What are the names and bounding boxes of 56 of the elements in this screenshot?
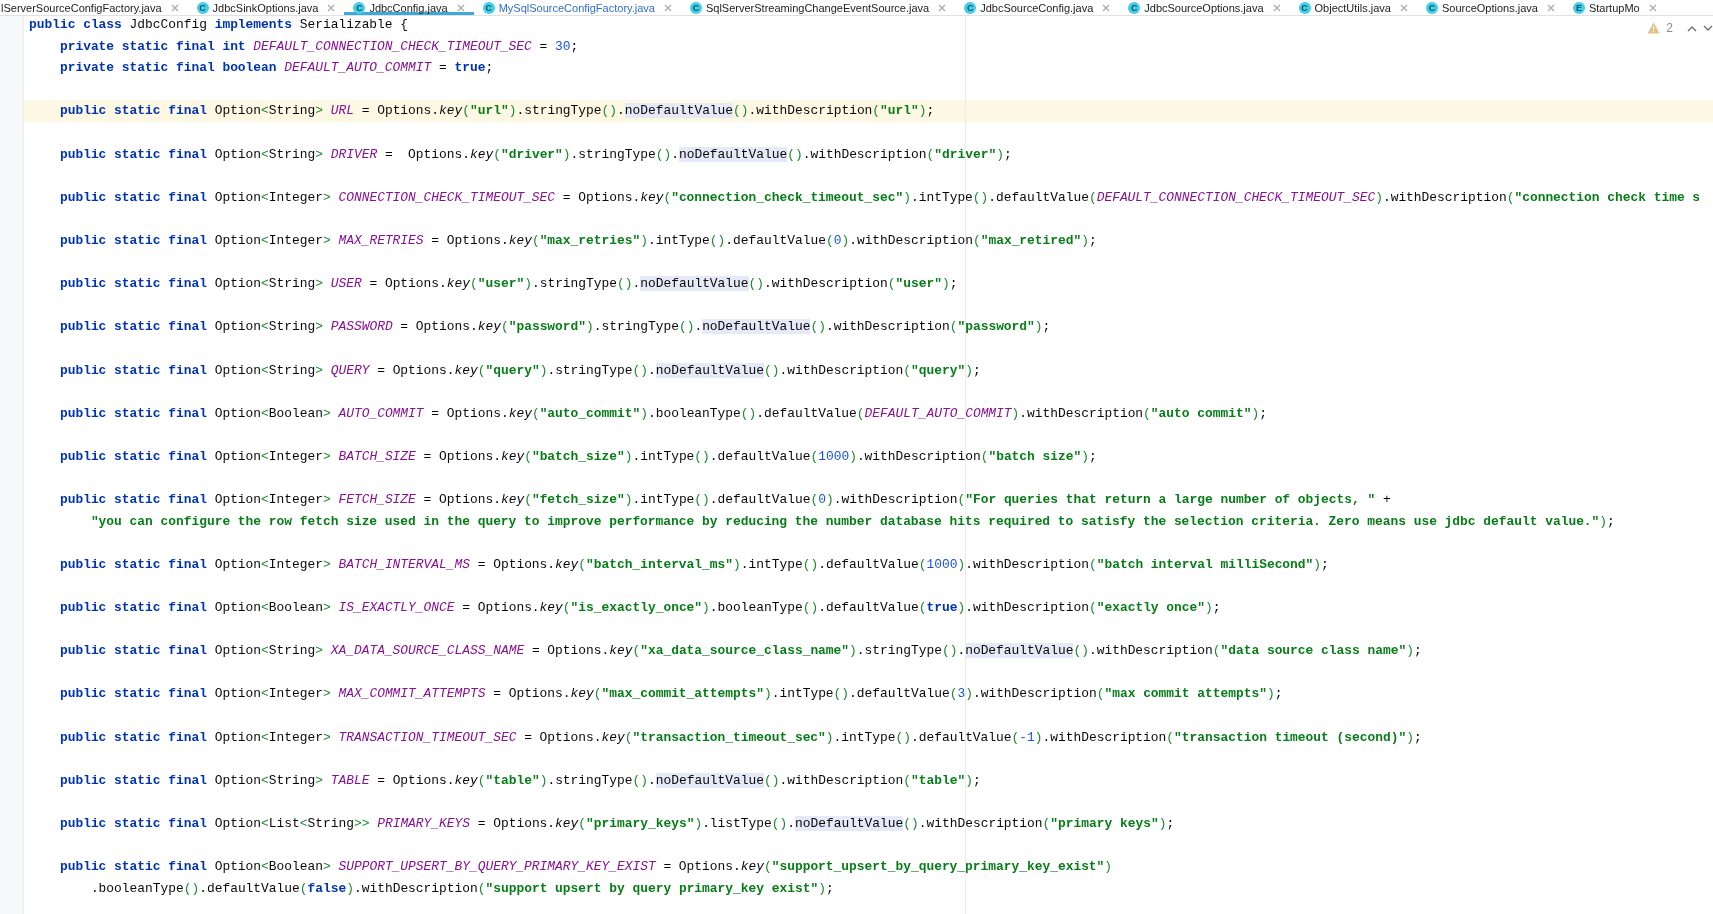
code-line: public static final Option<Integer> MAX_RETRIES = Options.key("max_retries").intType().defaultValue(0).withDescription("max_retired"); (58, 231, 1097, 250)
class-file-icon: C (353, 1, 366, 14)
close-icon[interactable] (1546, 3, 1555, 12)
close-icon[interactable] (1102, 3, 1111, 12)
editor-tab[interactable]: C MySqlSourceConfigFactory.java (473, 0, 681, 15)
editor-tab[interactable]: C SourceOptions.java (1416, 0, 1564, 15)
code-line: "you can configure the row fetch size used in the query to improve performance by reducing the number database hits required to satisfy the selection criteria. Zero means use jdbc default value."); (89, 512, 1615, 531)
editor-tab[interactable]: lServerSourceConfigFactory.java (0, 0, 188, 15)
code-line: public static final Option<String> TABLE = Options.key("table").stringType().noDefaultValue().withDescription("table"); (58, 771, 981, 790)
code-line: public static final Option<Boolean> SUPPORT_UPSERT_BY_QUERY_PRIMARY_KEY_EXIST = Options.key("support_upsert_by_query_primary_key_exist") (58, 858, 1113, 877)
code-line: public static final Option<Integer> TRANSACTION_TIMEOUT_SEC = Options.key("transaction_timeout_sec").intType().defaultValue(-1).withDescription("transaction timeout (second)"); (58, 728, 1422, 747)
code-line: public static final Option<String> QUERY = Options.key("query").stringType().noDefaultValue().withDescription("query"); (58, 361, 981, 380)
class-file-icon: E (1572, 1, 1585, 14)
code-line: public static final Option<Integer> CONNECTION_CHECK_TIMEOUT_SEC = Options.key("connection_check_timeout_sec").intType().defaultValue(DEFAULT_CONNECTION_CHECK_TIMEOUT_SEC).withDescription("connection check time s (58, 188, 1701, 207)
code-line: private static final int DEFAULT_CONNECTION_CHECK_TIMEOUT_SEC = 30; (58, 37, 579, 56)
editor-tab[interactable]: C JdbcConfig.java (344, 0, 474, 15)
editor-tab[interactable]: C SqlServerStreamingChangeEventSource.java (680, 0, 956, 15)
code-line: public class JdbcConfig implements Serializable { (29, 16, 409, 34)
code-line: public static final Option<Boolean> IS_EXACTLY_ONCE = Options.key("is_exactly_once").booleanType().defaultValue(true).withDescription("exactly once"); (58, 599, 1221, 618)
close-icon[interactable] (1272, 3, 1281, 12)
editor-tab[interactable]: C ObjectUtils.java (1289, 0, 1417, 15)
code-line: public static final Option<Boolean> AUTO_COMMIT = Options.key("auto_commit").booleanType().defaultValue(DEFAULT_AUTO_COMMIT).withDescription("auto commit"); (58, 404, 1267, 423)
chevron-up-icon[interactable] (1687, 24, 1697, 32)
class-file-icon: C (1425, 1, 1438, 14)
chevron-down-icon[interactable] (1703, 24, 1713, 32)
close-icon[interactable] (456, 3, 465, 12)
code-line: public static final Option<String> XA_DATA_SOURCE_CLASS_NAME = Options.key("xa_data_source_class_name").stringType().noDefaultValue().withDescription("data source class name"); (58, 642, 1422, 661)
close-icon[interactable] (938, 3, 947, 12)
code-line: public static final Option<String> URL = Options.key("url").stringType().noDefaultValue().withDescription("url"); (58, 102, 935, 121)
code-line: public static final Option<Integer> BATCH_INTERVAL_MS = Options.key("batch_interval_ms").intType().defaultValue(1000).withDescription("batch interval milliSecond"); (58, 555, 1329, 574)
code-line: public static final Option<String> PASSWORD = Options.key("password").stringType().noDefaultValue().withDescription("password"); (58, 318, 1051, 337)
code-line: public static final Option<Integer> FETCH_SIZE = Options.key("fetch_size").intType().defaultValue(0).withDescription("For queries that return a large number of objects, " + (58, 491, 1391, 510)
warning-icon[interactable] (1647, 22, 1661, 34)
close-icon[interactable] (170, 3, 179, 12)
close-icon[interactable] (1648, 3, 1657, 12)
editor-tab[interactable]: C JdbcSourceConfig.java (955, 0, 1120, 15)
code-line: private static final boolean DEFAULT_AUTO_COMMIT = true; (58, 59, 494, 78)
close-icon[interactable] (663, 3, 672, 12)
code-line: .booleanType().defaultValue(false).withDescription("support upsert by query primary_key exist"); (89, 879, 834, 898)
code-line: public static final Option<List<String>> PRIMARY_KEYS = Options.key("primary_keys").listType().noDefaultValue().withDescription("primary keys"); (58, 814, 1175, 833)
code-line: public static final Option<String> DRIVER = Options.key("driver").stringType().noDefaultValue().withDescription("driver"); (58, 145, 1012, 164)
class-file-icon: C (689, 1, 702, 14)
close-icon[interactable] (327, 3, 336, 12)
code-line: public static final Option<Integer> BATCH_SIZE = Options.key("batch_size").intType().defaultValue(1000).withDescription("batch size"); (58, 447, 1097, 466)
class-file-icon: C (1298, 1, 1311, 14)
class-file-icon: C (964, 1, 977, 14)
editor-tab[interactable]: E StartupMo (1563, 0, 1666, 15)
class-file-icon: C (1128, 1, 1141, 14)
code-line: public static final Option<Integer> MAX_COMMIT_ATTEMPTS = Options.key("max_commit_attempts").intType().defaultValue(3).withDescription("max commit attempts"); (58, 685, 1283, 704)
class-file-icon: C (196, 1, 209, 14)
warning-count: 2 (1666, 21, 1673, 35)
code-line: public static final Option<String> USER = Options.key("user").stringType().noDefaultValue().withDescription("user"); (58, 275, 958, 294)
editor-tab[interactable]: C JdbcSinkOptions.java (187, 0, 345, 15)
editor-tab[interactable]: C JdbcSourceOptions.java (1119, 0, 1290, 15)
close-icon[interactable] (1399, 3, 1408, 12)
class-file-icon: C (482, 1, 495, 14)
